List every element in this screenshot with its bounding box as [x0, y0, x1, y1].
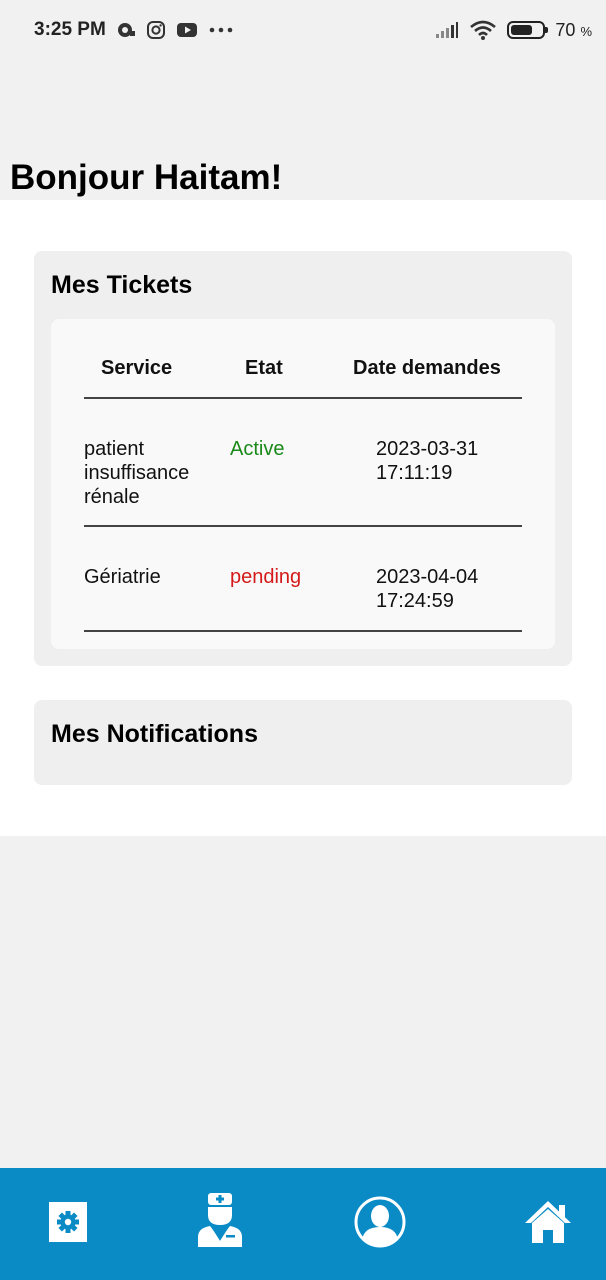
- status-bar: 3:25 PM 70 %: [0, 0, 606, 60]
- nav-profile-button[interactable]: [352, 1196, 408, 1252]
- row-1-service: patient insuffisance rénale: [84, 437, 189, 509]
- header-divider: [84, 397, 522, 399]
- row-1-service-line: patient: [84, 438, 145, 460]
- row-2-date-time: 17:24:59: [376, 590, 454, 612]
- battery-fill: [511, 25, 533, 35]
- notifications-card[interactable]: Mes Notifications: [34, 700, 572, 785]
- nav-doctor-button[interactable]: [192, 1192, 248, 1250]
- row-1-date-day: 2023-03-31: [376, 438, 479, 460]
- header-date: Date demandes: [353, 357, 501, 379]
- settings-icon: [48, 1200, 88, 1249]
- bottom-navigation: [0, 1168, 606, 1280]
- greeting-title: Bonjour Haitam!: [10, 158, 283, 197]
- header-etat: Etat: [245, 357, 283, 379]
- more-dots-icon: [208, 26, 234, 34]
- row-divider: [84, 630, 522, 632]
- battery-percent: 70 %: [555, 19, 592, 40]
- tickets-table: Service Etat Date demandes patient insuf…: [51, 319, 555, 649]
- status-bar-right: 70 %: [435, 19, 592, 41]
- profile-icon: [354, 1196, 406, 1253]
- row-2-service-line: Gériatrie: [84, 566, 161, 588]
- status-time: 3:25 PM: [34, 19, 106, 40]
- tickets-title: Mes Tickets: [51, 271, 193, 299]
- row-1-service-line: rénale: [84, 486, 140, 508]
- row-1-service-line: insuffisance: [84, 462, 190, 484]
- tickets-card: Mes Tickets Service Etat Date demandes p…: [34, 251, 572, 666]
- header-service: Service: [101, 357, 173, 379]
- row-1-status: Active: [230, 438, 285, 460]
- battery-icon: [507, 21, 549, 39]
- status-bar-left: 3:25 PM: [34, 19, 234, 41]
- row-2-date-day: 2023-04-04: [376, 566, 479, 588]
- nav-home-button[interactable]: [520, 1196, 576, 1252]
- doctor-icon: [196, 1191, 244, 1254]
- row-1-date: 2023-03-31 17:11:19: [376, 437, 478, 485]
- notifications-title: Mes Notifications: [51, 720, 258, 748]
- row-1-date-time: 17:11:19: [376, 462, 453, 484]
- youtube-icon: [176, 21, 198, 39]
- main-content: Mes Tickets Service Etat Date demandes p…: [0, 200, 606, 836]
- nav-settings-button[interactable]: [40, 1196, 96, 1252]
- instagram-icon: [146, 20, 166, 40]
- row-2-date: 2023-04-04 17:24:59: [376, 565, 478, 613]
- home-icon: [523, 1199, 573, 1250]
- wifi-icon: [469, 19, 497, 41]
- notification-icon: [116, 21, 136, 39]
- row-2-service: Gériatrie: [84, 565, 161, 589]
- row-divider: [84, 525, 522, 527]
- signal-icon: [435, 21, 459, 39]
- row-2-status: pending: [230, 566, 302, 588]
